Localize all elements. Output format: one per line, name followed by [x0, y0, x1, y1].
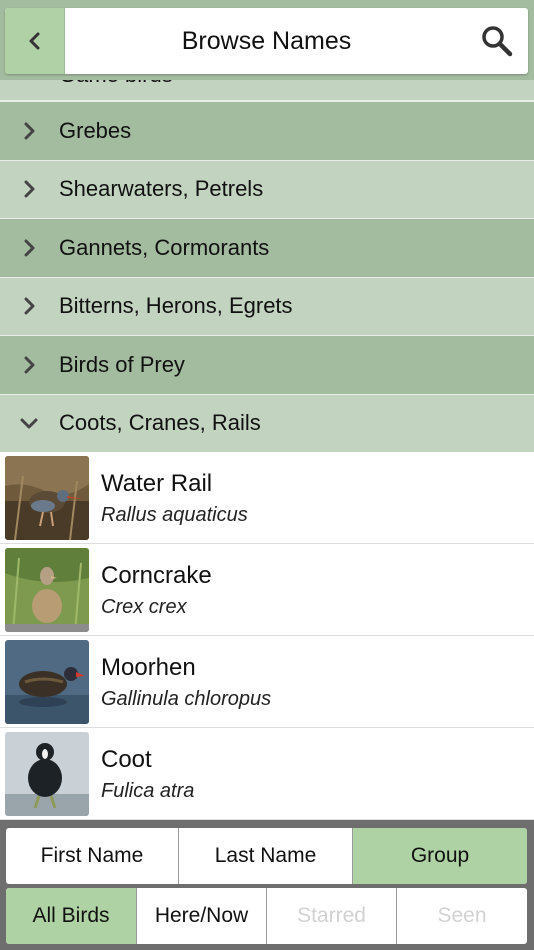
- group-label: Bitterns, Herons, Egrets: [59, 293, 293, 319]
- sort-segmented-control: First Name Last Name Group: [6, 828, 527, 884]
- filter-seen-button: Seen: [437, 904, 487, 927]
- group-label: Shearwaters, Petrels: [59, 176, 264, 202]
- filter-all-birds-button[interactable]: All Birds: [6, 888, 137, 944]
- navigation-bar-inner: Browse Names: [5, 8, 528, 74]
- chevron-left-icon: [29, 32, 39, 50]
- filter-segmented-control: All Birds Here/Now Starred Seen: [6, 888, 527, 944]
- chevron-right-icon: [24, 180, 35, 198]
- bird-common-name: Coot: [101, 746, 152, 773]
- page-title: Browse Names: [181, 26, 352, 55]
- bird-list: Water Rail Rallus aquaticus Corncrake Cr…: [0, 452, 534, 820]
- back-button[interactable]: [5, 8, 65, 74]
- group-label: Grebes: [59, 117, 132, 143]
- coot-photo: [5, 732, 89, 816]
- bird-common-name: Moorhen: [101, 654, 196, 681]
- group-row-game-birds[interactable]: Game birds: [0, 80, 534, 102]
- group-row-shearwaters-petrels[interactable]: Shearwaters, Petrels: [0, 160, 534, 219]
- group-row-coots-cranes-rails[interactable]: Coots, Cranes, Rails: [0, 394, 534, 452]
- bird-common-name: Water Rail: [101, 470, 213, 497]
- water-rail-photo: [5, 456, 89, 540]
- group-label: Coots, Cranes, Rails: [59, 410, 261, 436]
- bird-scientific-name: Gallinula chloropus: [101, 688, 272, 710]
- list-item[interactable]: Water Rail Rallus aquaticus: [0, 452, 534, 544]
- list-item[interactable]: Corncrake Crex crex: [0, 544, 534, 636]
- bird-common-name: Corncrake: [101, 562, 212, 589]
- bird-scientific-name: Crex crex: [101, 596, 187, 618]
- chevron-down-icon: [20, 418, 38, 429]
- search-icon[interactable]: [480, 24, 514, 58]
- filter-starred-button: Starred: [267, 888, 397, 944]
- bottom-toolbar: First Name Last Name Group All Birds Her…: [0, 820, 534, 950]
- chevron-right-icon: [24, 122, 35, 140]
- group-label: Birds of Prey: [59, 351, 185, 377]
- sort-first-name-button[interactable]: First Name: [6, 828, 179, 884]
- chevron-right-icon: [24, 356, 35, 374]
- sort-last-name-button[interactable]: Last Name: [179, 828, 353, 884]
- list-item[interactable]: Moorhen Gallinula chloropus: [0, 636, 534, 728]
- group-row-grebes[interactable]: Grebes: [0, 102, 534, 161]
- navigation-bar: Browse Names: [0, 0, 534, 80]
- filter-here-now-button[interactable]: Here/Now: [137, 888, 267, 944]
- group-list: Game birds Grebes Shearwaters, Petrels G…: [0, 80, 534, 452]
- chevron-right-icon: [24, 239, 35, 257]
- bird-scientific-name: Rallus aquaticus: [101, 504, 248, 526]
- group-row-birds-of-prey[interactable]: Birds of Prey: [0, 336, 534, 395]
- sort-group-button[interactable]: Group: [353, 828, 527, 884]
- group-row-bitterns-herons-egrets[interactable]: Bitterns, Herons, Egrets: [0, 277, 534, 336]
- moorhen-photo: [5, 640, 89, 724]
- chevron-right-icon: [24, 297, 35, 315]
- list-item[interactable]: Coot Fulica atra: [0, 728, 534, 820]
- group-label: Game birds: [59, 80, 173, 88]
- corncrake-photo: [5, 548, 89, 632]
- group-label: Gannets, Cormorants: [59, 234, 270, 260]
- group-row-gannets-cormorants[interactable]: Gannets, Cormorants: [0, 219, 534, 278]
- bird-scientific-name: Fulica atra: [101, 780, 195, 802]
